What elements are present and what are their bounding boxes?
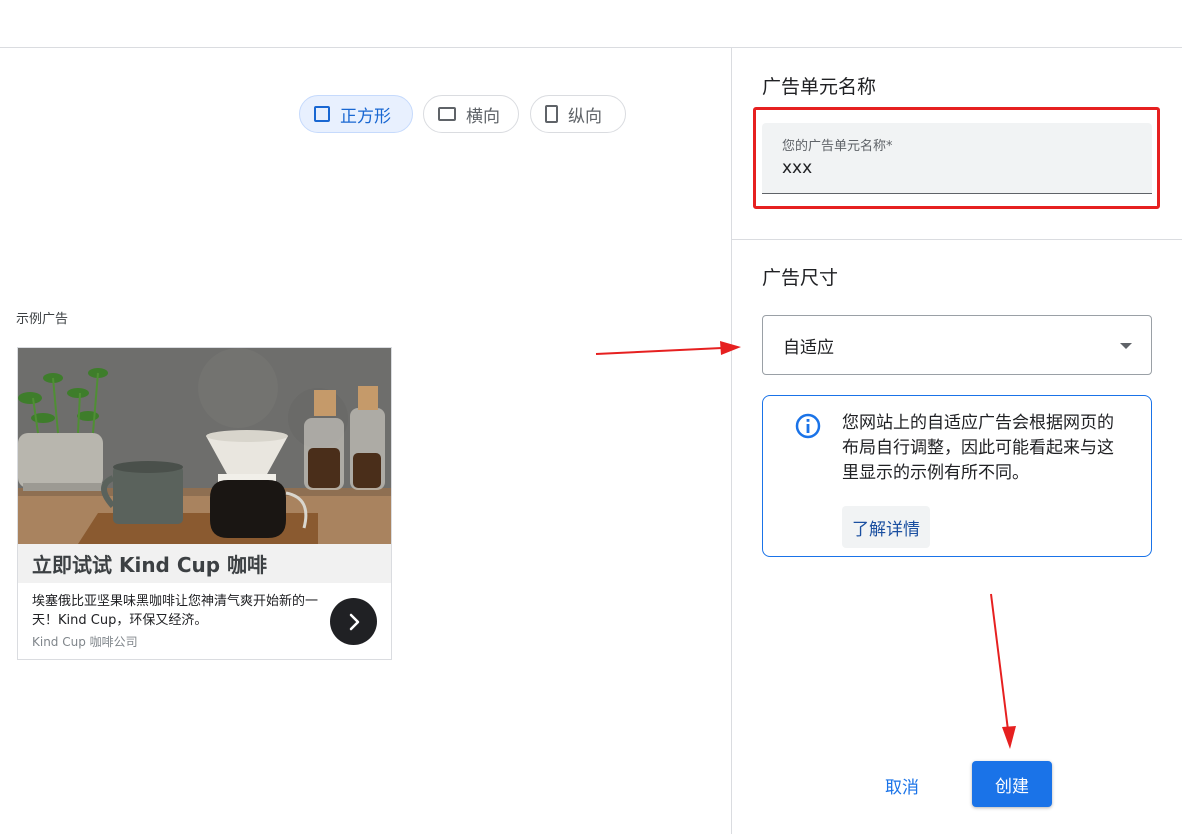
- chevron-right-icon: [349, 613, 359, 630]
- sample-ad-card: 立即试试 Kind Cup 咖啡 埃塞俄比亚坚果味黑咖啡让您神清气爽开始新的一天…: [17, 347, 392, 660]
- landscape-icon: [438, 107, 456, 121]
- orientation-portrait-label: 纵向: [568, 106, 602, 127]
- panel-divider: [731, 48, 732, 834]
- dropdown-arrow-icon: [1120, 343, 1132, 349]
- ad-size-value: 自适应: [783, 337, 834, 358]
- info-text: 您网站上的自适应广告会根据网页的布局自行调整，因此可能看起来与这里显示的示例有所…: [842, 413, 1114, 483]
- annotation-arrow-to-size: [595, 341, 741, 355]
- ad-title-bar: 立即试试 Kind Cup 咖啡: [18, 544, 391, 583]
- ad-unit-name-heading: 广告单元名称: [762, 76, 877, 98]
- ad-unit-name-value[interactable]: xxx: [782, 158, 812, 178]
- ad-unit-name-label: 您的广告单元名称*: [782, 139, 893, 154]
- square-icon: [314, 106, 330, 122]
- annotation-arrow-to-create: [990, 593, 1016, 749]
- section-divider: [732, 239, 1182, 240]
- ad-next-button[interactable]: [330, 598, 377, 645]
- sample-ad-label: 示例广告: [16, 312, 69, 327]
- orientation-portrait-chip[interactable]: 纵向: [530, 95, 626, 133]
- portrait-icon: [545, 105, 558, 123]
- ad-advertiser: Kind Cup 咖啡公司: [32, 635, 138, 649]
- orientation-square-chip[interactable]: 正方形: [299, 95, 413, 133]
- ad-size-heading: 广告尺寸: [762, 267, 839, 289]
- coffee-illustration: [18, 348, 391, 544]
- ad-size-select[interactable]: 自适应: [762, 315, 1152, 375]
- orientation-landscape-label: 横向: [466, 106, 500, 127]
- cancel-button[interactable]: 取消: [872, 765, 932, 805]
- ad-unit-name-field[interactable]: 您的广告单元名称* xxx: [762, 123, 1152, 194]
- responsive-info-box: 您网站上的自适应广告会根据网页的布局自行调整，因此可能看起来与这里显示的示例有所…: [762, 395, 1152, 557]
- orientation-landscape-chip[interactable]: 横向: [423, 95, 519, 133]
- coffee-photo: [18, 348, 391, 544]
- info-icon: [795, 413, 821, 439]
- top-bar: [0, 0, 1182, 48]
- ad-headline[interactable]: 立即试试 Kind Cup 咖啡: [32, 549, 267, 578]
- create-button[interactable]: 创建: [972, 761, 1052, 807]
- learn-more-button[interactable]: 了解详情: [842, 506, 930, 548]
- ad-description: 埃塞俄比亚坚果味黑咖啡让您神清气爽开始新的一天！Kind Cup，环保又经济。: [32, 594, 319, 628]
- orientation-square-label: 正方形: [340, 106, 391, 127]
